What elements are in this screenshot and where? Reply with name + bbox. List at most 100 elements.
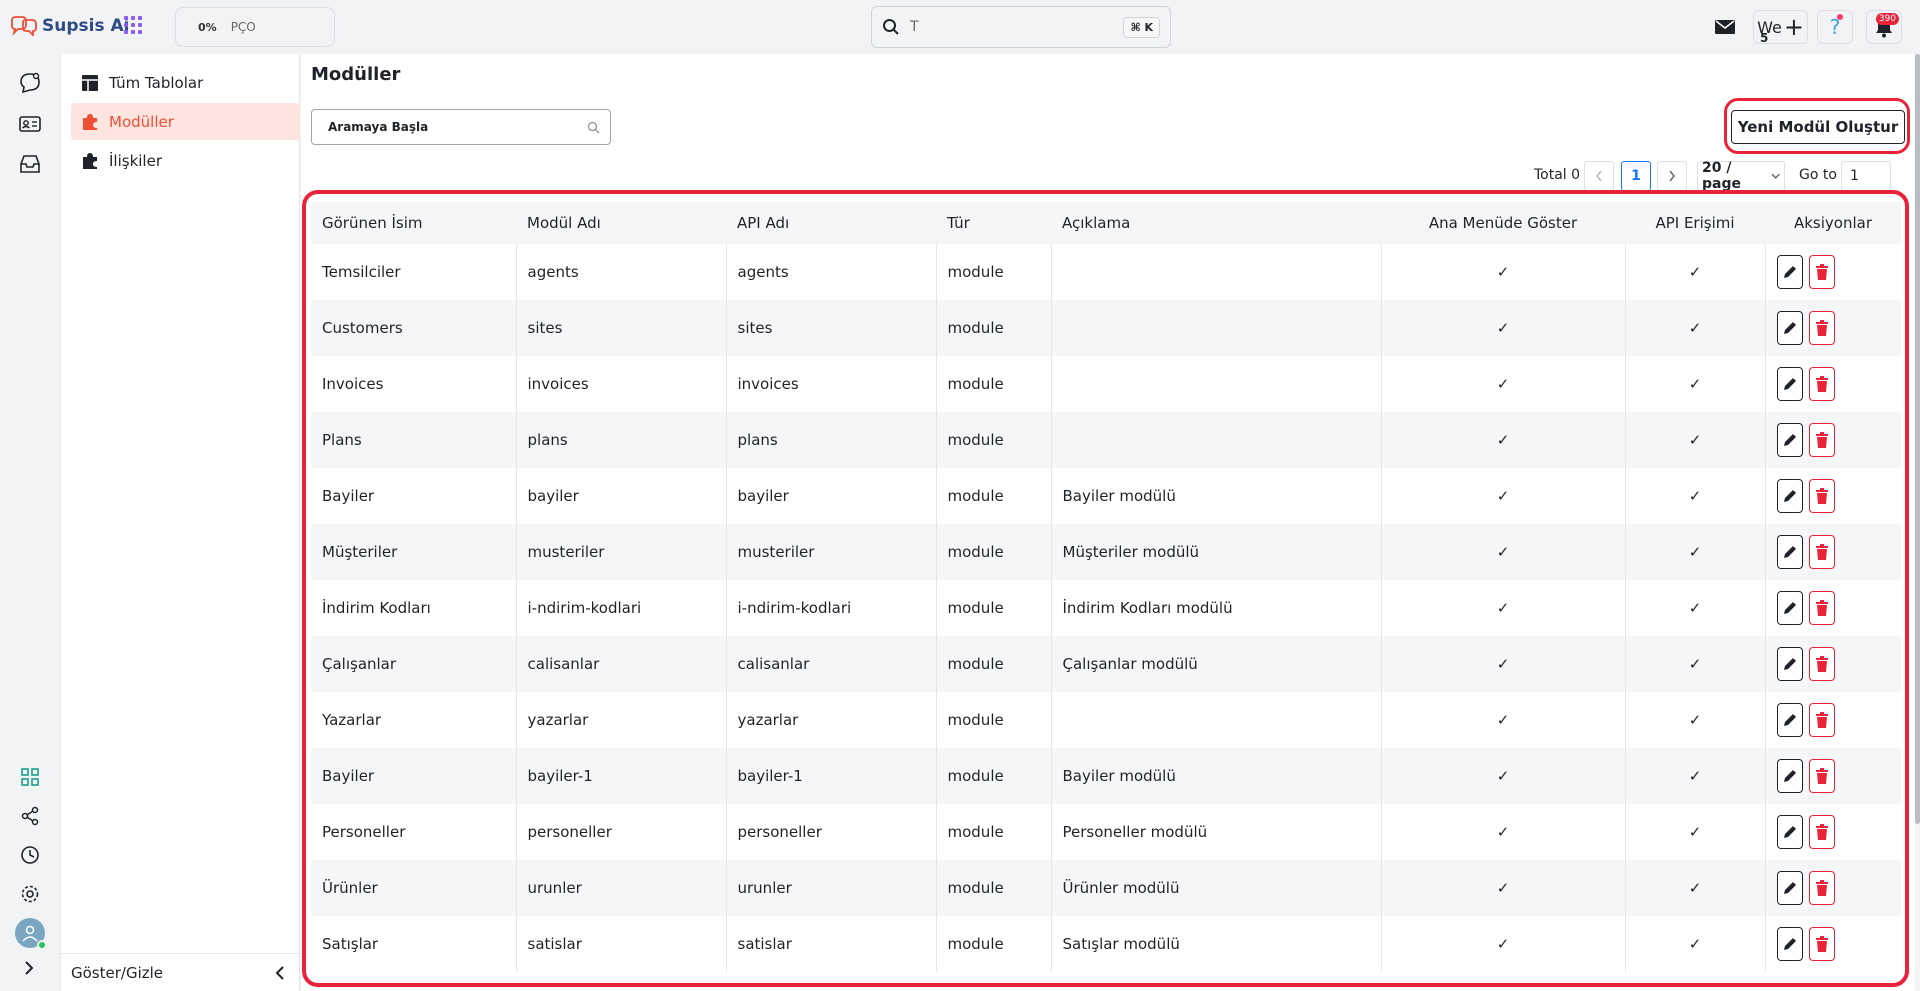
column-header-api-name[interactable]: API Adı bbox=[726, 202, 936, 244]
table-row[interactable]: Müşteriler musteriler musteriler module … bbox=[311, 524, 1901, 580]
delete-button[interactable] bbox=[1808, 591, 1835, 625]
sidebar-item-relations[interactable]: İlişkiler bbox=[71, 142, 300, 179]
trash-icon bbox=[1815, 264, 1828, 280]
sidebar-item-label: Tüm Tablolar bbox=[109, 73, 204, 92]
logo[interactable]: Supsis Ai bbox=[10, 14, 129, 38]
table-row[interactable]: Yazarlar yazarlar yazarlar module ✓ ✓ bbox=[311, 692, 1901, 748]
delete-button[interactable] bbox=[1808, 815, 1835, 849]
workspace-button[interactable]: We + 5 bbox=[1753, 10, 1808, 45]
cell-module-name: bayiler-1 bbox=[516, 748, 727, 804]
sidebar-toggle[interactable]: Göster/Gizle bbox=[61, 953, 300, 991]
delete-button[interactable] bbox=[1808, 759, 1835, 793]
settings-gear-icon[interactable] bbox=[17, 881, 43, 907]
new-module-button[interactable]: Yeni Modül Oluştur bbox=[1731, 110, 1905, 144]
table-row[interactable]: İndirim Kodları i-ndirim-kodlari i-ndiri… bbox=[311, 580, 1901, 636]
delete-button[interactable] bbox=[1808, 479, 1835, 513]
cell-display-name: Invoices bbox=[311, 356, 517, 412]
apps-grid-icon[interactable] bbox=[124, 16, 142, 34]
table-row[interactable]: Customers sites sites module ✓ ✓ bbox=[311, 300, 1901, 356]
global-search[interactable]: T ⌘ K bbox=[871, 6, 1171, 48]
edit-button[interactable] bbox=[1776, 423, 1803, 457]
delete-button[interactable] bbox=[1808, 871, 1835, 905]
edit-button[interactable] bbox=[1776, 255, 1803, 289]
pagination-next-button[interactable] bbox=[1657, 161, 1687, 191]
table-row[interactable]: Bayiler bayiler-1 bayiler-1 module Bayil… bbox=[311, 748, 1901, 804]
column-header-actions: Aksiyonlar bbox=[1765, 202, 1901, 244]
modules-table: Görünen İsim Modül Adı API Adı Tür Açıkl… bbox=[311, 202, 1901, 980]
edit-button[interactable] bbox=[1776, 647, 1803, 681]
table-row[interactable]: Invoices invoices invoices module ✓ ✓ bbox=[311, 356, 1901, 412]
page-size-select[interactable]: 20 / page bbox=[1697, 160, 1785, 192]
edit-button[interactable] bbox=[1776, 815, 1803, 849]
delete-button[interactable] bbox=[1808, 367, 1835, 401]
inbox-icon[interactable] bbox=[17, 151, 43, 177]
edit-button[interactable] bbox=[1776, 591, 1803, 625]
dashboard-icon[interactable] bbox=[17, 764, 43, 790]
cell-type: module bbox=[936, 748, 1052, 804]
table-row[interactable]: Plans plans plans module ✓ ✓ bbox=[311, 412, 1901, 468]
column-header-show-in-menu[interactable]: Ana Menüde Göster bbox=[1381, 202, 1625, 244]
global-search-input[interactable]: T bbox=[910, 19, 1123, 35]
check-icon: ✓ bbox=[1688, 543, 1702, 561]
column-header-description[interactable]: Açıklama bbox=[1051, 202, 1381, 244]
main-content: Modüller Aramaya Başla Yeni Modül Oluştu… bbox=[301, 54, 1915, 991]
check-icon: ✓ bbox=[1496, 375, 1510, 393]
column-header-type[interactable]: Tür bbox=[936, 202, 1051, 244]
user-avatar[interactable] bbox=[15, 918, 47, 950]
table-row[interactable]: Temsilciler agents agents module ✓ ✓ bbox=[311, 244, 1901, 300]
cell-api-access: ✓ bbox=[1625, 748, 1766, 804]
table-row[interactable]: Ürünler urunler urunler module Ürünler m… bbox=[311, 860, 1901, 916]
edit-button[interactable] bbox=[1776, 703, 1803, 737]
pagination-prev-button[interactable] bbox=[1584, 161, 1614, 191]
edit-button[interactable] bbox=[1776, 535, 1803, 569]
edit-button[interactable] bbox=[1776, 927, 1803, 961]
edit-button[interactable] bbox=[1776, 479, 1803, 513]
table-row[interactable]: Satışlar satislar satislar module Satışl… bbox=[311, 916, 1901, 972]
contacts-icon[interactable] bbox=[17, 111, 43, 137]
column-header-api-access[interactable]: API Erişimi bbox=[1625, 202, 1765, 244]
delete-button[interactable] bbox=[1808, 535, 1835, 569]
delete-button[interactable] bbox=[1808, 647, 1835, 681]
progress-code: PÇO bbox=[230, 20, 256, 34]
notifications-button[interactable]: 390 bbox=[1866, 10, 1902, 44]
delete-button[interactable] bbox=[1808, 927, 1835, 961]
page-scrollbar[interactable] bbox=[1915, 54, 1920, 824]
table-row[interactable]: Bayiler bayiler bayiler module Bayiler m… bbox=[311, 468, 1901, 524]
share-icon[interactable] bbox=[17, 803, 43, 829]
goto-page-input[interactable]: 1 bbox=[1841, 161, 1891, 191]
column-header-module-name[interactable]: Modül Adı bbox=[516, 202, 726, 244]
module-search-input[interactable]: Aramaya Başla bbox=[328, 120, 587, 134]
sidebar-item-all-tables[interactable]: Tüm Tablolar bbox=[71, 64, 300, 101]
check-icon: ✓ bbox=[1496, 431, 1510, 449]
progress-indicator[interactable]: 0% PÇO bbox=[175, 7, 335, 47]
module-search[interactable]: Aramaya Başla bbox=[311, 109, 611, 145]
cell-module-name: musteriler bbox=[516, 524, 727, 580]
edit-button[interactable] bbox=[1776, 367, 1803, 401]
trash-icon bbox=[1815, 544, 1828, 560]
edit-button[interactable] bbox=[1776, 759, 1803, 793]
delete-button[interactable] bbox=[1808, 311, 1835, 345]
edit-button[interactable] bbox=[1776, 311, 1803, 345]
sidebar-item-modules[interactable]: Modüller bbox=[71, 103, 300, 140]
check-icon: ✓ bbox=[1688, 263, 1702, 281]
workspace-count: 5 bbox=[1760, 31, 1769, 45]
check-icon: ✓ bbox=[1496, 711, 1510, 729]
history-icon[interactable] bbox=[17, 842, 43, 868]
chat-icon[interactable] bbox=[17, 70, 43, 96]
edit-button[interactable] bbox=[1776, 871, 1803, 905]
cell-type: module bbox=[936, 300, 1052, 356]
cell-type: module bbox=[936, 916, 1052, 972]
table-row[interactable]: Çalışanlar calisanlar calisanlar module … bbox=[311, 636, 1901, 692]
pencil-icon bbox=[1783, 658, 1796, 670]
pagination-page-current[interactable]: 1 bbox=[1621, 161, 1651, 191]
table-row[interactable]: Personeller personeller personeller modu… bbox=[311, 804, 1901, 860]
expand-chevron-right-icon[interactable] bbox=[21, 960, 37, 980]
help-button[interactable]: ? bbox=[1817, 10, 1853, 44]
trash-icon bbox=[1815, 488, 1828, 504]
delete-button[interactable] bbox=[1808, 423, 1835, 457]
delete-button[interactable] bbox=[1808, 255, 1835, 289]
mail-icon[interactable] bbox=[1712, 10, 1738, 44]
column-header-display-name[interactable]: Görünen İsim bbox=[311, 202, 516, 244]
delete-button[interactable] bbox=[1808, 703, 1835, 737]
cell-description: Satışlar modülü bbox=[1051, 916, 1382, 972]
